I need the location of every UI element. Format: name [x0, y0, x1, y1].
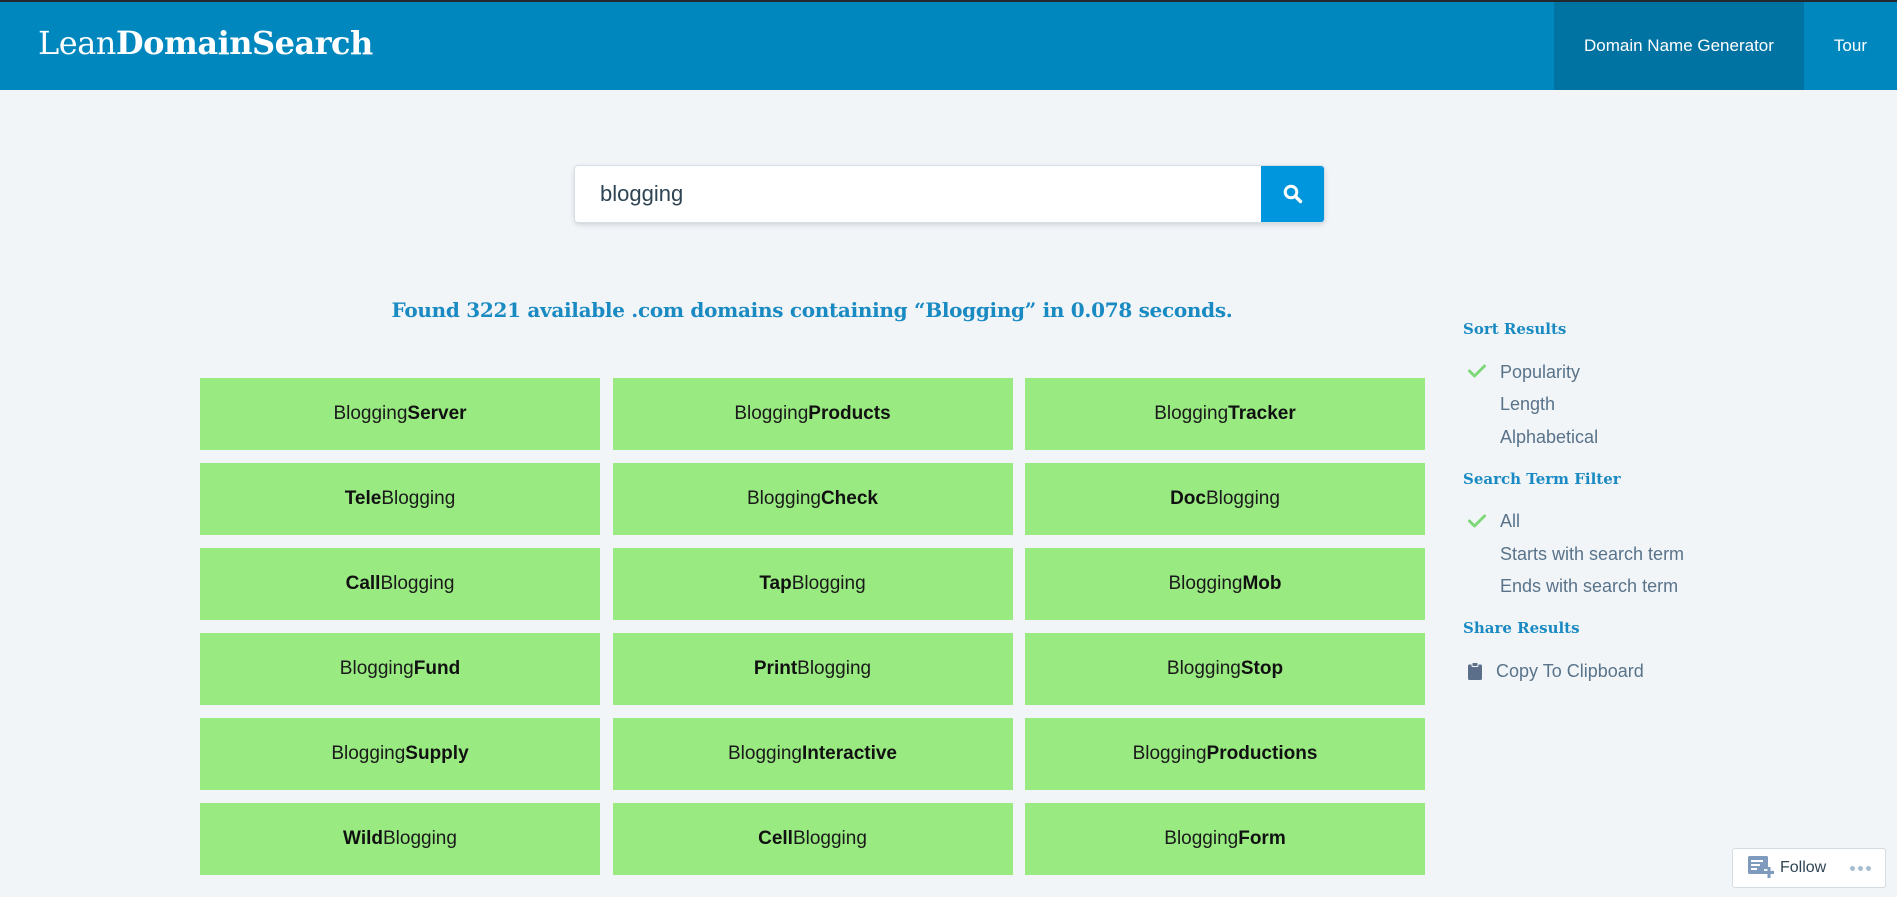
domain-tile[interactable]: Blogging Supply — [200, 718, 600, 790]
domain-part-first: Blogging — [331, 743, 406, 764]
copy-to-clipboard-label: Copy To Clipboard — [1496, 660, 1644, 681]
follow-button[interactable]: Follow — [1732, 848, 1886, 888]
domain-tile[interactable]: Tele Blogging — [200, 463, 600, 535]
domain-tile[interactable]: Print Blogging — [612, 633, 1013, 705]
sort-options: Popularity Length Alphabetical — [1463, 356, 1783, 454]
domain-part-first: Blogging — [1154, 403, 1229, 424]
domain-part-second: Blogging — [1205, 488, 1280, 509]
search-term-filter-heading: Search Term Filter — [1463, 469, 1621, 488]
more-options-icon[interactable] — [1850, 865, 1871, 871]
site-logo[interactable]: LeanDomainSearch — [38, 24, 373, 62]
domain-part-first: Blogging — [734, 403, 809, 424]
clipboard-icon — [1468, 662, 1482, 680]
domain-part-second: Blogging — [791, 573, 866, 594]
domain-part-second: Check — [820, 488, 878, 509]
follow-reader-icon — [1748, 856, 1774, 878]
sort-option[interactable]: Popularity — [1463, 356, 1783, 389]
results-summary: Found 3221 available .com domains contai… — [391, 298, 1233, 322]
domain-tile[interactable]: Blogging Tracker — [1025, 378, 1425, 450]
domain-part-first: Blogging — [1164, 828, 1239, 849]
main-nav: Domain Name Generator Tour — [1554, 2, 1897, 90]
domain-part-second: Productions — [1206, 743, 1318, 764]
sort-option[interactable]: Alphabetical — [1463, 421, 1783, 454]
domain-part-first: Tap — [759, 573, 792, 594]
checkmark-icon — [1468, 364, 1486, 378]
domain-part-second: Fund — [413, 658, 461, 679]
domain-tile[interactable]: Blogging Form — [1025, 803, 1425, 875]
nav-domain-name-generator[interactable]: Domain Name Generator — [1554, 2, 1804, 90]
domain-part-second: Blogging — [382, 828, 457, 849]
domain-tile[interactable]: Blogging Fund — [200, 633, 600, 705]
domain-part-first: Blogging — [747, 488, 821, 509]
domain-part-second: Blogging — [792, 828, 867, 849]
logo-light: Lean — [38, 24, 116, 62]
domain-part-second: Interactive — [801, 743, 897, 764]
search-input[interactable] — [575, 166, 1261, 222]
sort-option-label: Popularity — [1500, 361, 1581, 382]
domain-part-first: Blogging — [339, 658, 414, 679]
domain-part-second: Products — [808, 403, 891, 424]
domain-part-second: Form — [1238, 828, 1286, 849]
domain-part-first: Blogging — [1166, 658, 1241, 679]
domain-part-second: Stop — [1240, 658, 1284, 679]
domain-part-first: Call — [345, 573, 381, 594]
domain-part-first: Blogging — [333, 403, 408, 424]
site-header: LeanDomainSearch Domain Name Generator T… — [0, 2, 1897, 90]
search-button[interactable] — [1261, 166, 1324, 222]
domain-part-first: Print — [753, 658, 798, 679]
domain-tile[interactable]: Blogging Check — [612, 463, 1013, 535]
domain-tile[interactable]: Blogging Productions — [1025, 718, 1425, 790]
search-bar — [575, 166, 1324, 222]
domain-part-first: Cell — [758, 828, 793, 849]
follow-label: Follow — [1780, 859, 1827, 876]
filter-option[interactable]: Starts with search term — [1463, 538, 1783, 571]
domain-part-first: Tele — [344, 488, 382, 509]
copy-to-clipboard-button[interactable]: Copy To Clipboard — [1463, 655, 1783, 687]
domain-part-second: Server — [407, 403, 467, 424]
results-sidebar: Sort Results Popularity Length Alphabetica… — [1463, 320, 1783, 687]
domain-tile[interactable]: Tap Blogging — [612, 548, 1013, 620]
filter-option-label: Ends with search term — [1500, 576, 1679, 597]
domain-part-second: Blogging — [381, 488, 456, 509]
domain-part-first: Wild — [343, 828, 383, 849]
domain-part-second: Blogging — [380, 573, 455, 594]
filter-option[interactable]: All — [1463, 506, 1783, 539]
domain-part-second: Blogging — [797, 658, 872, 679]
domain-part-first: Blogging — [1132, 743, 1207, 764]
domain-tile[interactable]: Blogging Interactive — [612, 718, 1013, 790]
domain-part-first: Blogging — [728, 743, 802, 764]
domain-tile[interactable]: Blogging Stop — [1025, 633, 1425, 705]
domain-part-first: Blogging — [1168, 573, 1243, 594]
checkmark-icon — [1468, 514, 1486, 527]
domain-tile[interactable]: Doc Blogging — [1025, 463, 1425, 535]
domain-tile[interactable]: Cell Blogging — [612, 803, 1013, 875]
filter-option-label: Starts with search term — [1500, 543, 1685, 564]
domain-part-second: Tracker — [1228, 403, 1296, 424]
filter-option-label: All — [1500, 511, 1521, 532]
sort-results-heading: Sort Results — [1463, 320, 1567, 338]
search-icon — [1283, 184, 1302, 204]
domain-tile[interactable]: Wild Blogging — [200, 803, 600, 875]
share-results-heading: Share Results — [1463, 619, 1580, 637]
logo-bold: DomainSearch — [115, 24, 373, 62]
domain-part-first: Doc — [1170, 488, 1206, 509]
domain-results-grid: Blogging Server Blogging Products Blogging Tr… — [200, 378, 1425, 875]
sort-option-label: Alphabetical — [1500, 426, 1599, 447]
domain-tile[interactable]: Blogging Server — [200, 378, 600, 450]
sort-option[interactable]: Length — [1463, 389, 1783, 422]
domain-tile[interactable]: Blogging Mob — [1025, 548, 1425, 620]
filter-option[interactable]: Ends with search term — [1463, 571, 1783, 604]
filter-options: All Starts with search term Ends with sear… — [1463, 506, 1783, 604]
domain-tile[interactable]: Call Blogging — [200, 548, 600, 620]
sort-option-label: Length — [1500, 394, 1556, 415]
nav-tour[interactable]: Tour — [1804, 2, 1897, 90]
domain-part-second: Mob — [1242, 573, 1282, 594]
domain-part-second: Supply — [405, 743, 469, 764]
domain-tile[interactable]: Blogging Products — [612, 378, 1013, 450]
